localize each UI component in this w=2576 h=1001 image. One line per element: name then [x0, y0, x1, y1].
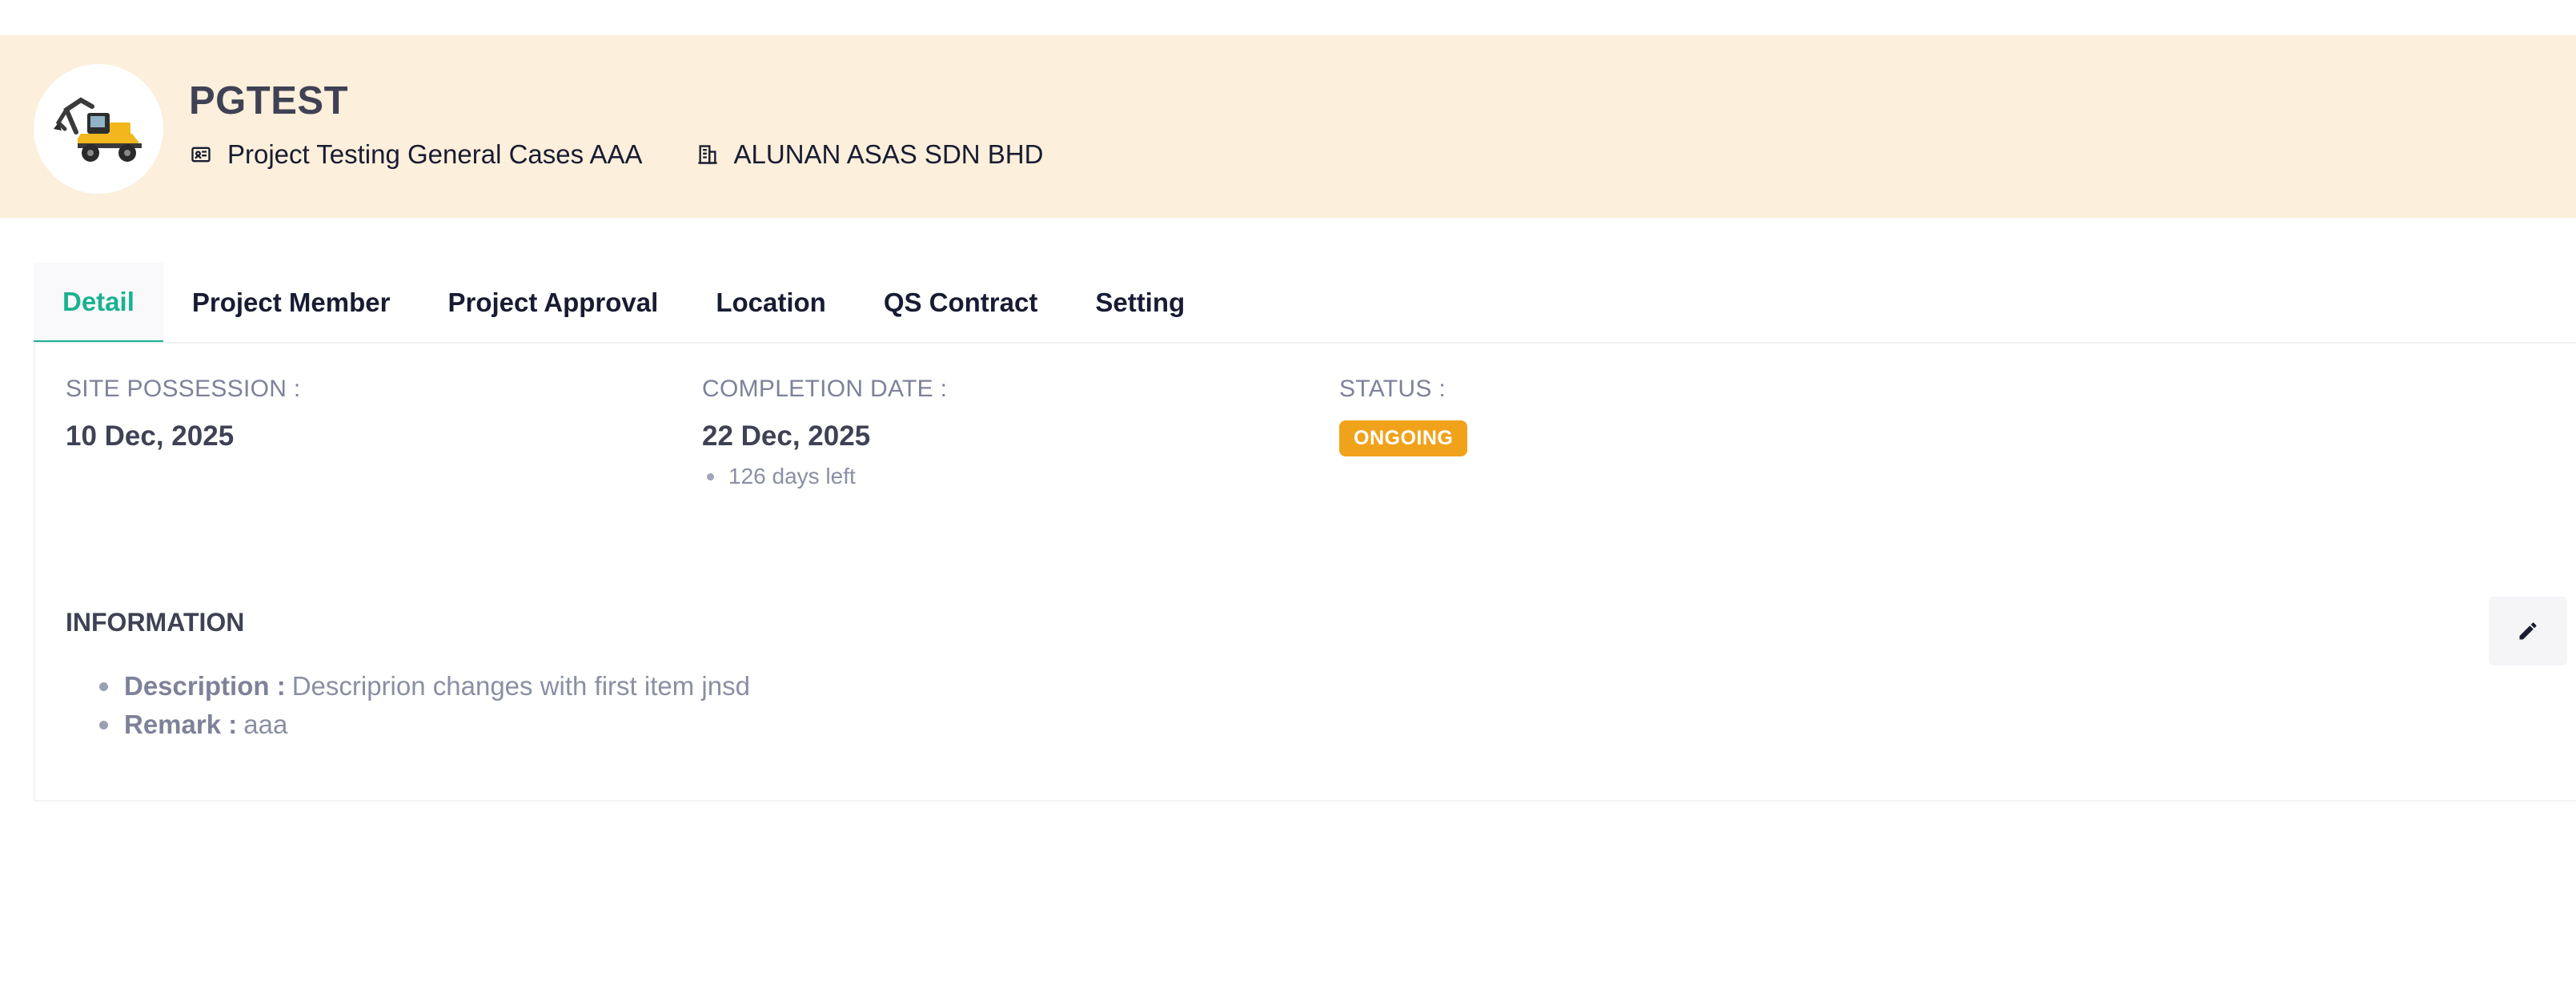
completion-date-field: COMPLETION DATE : 22 Dec, 2025 126 days … [702, 376, 947, 489]
project-code: PGTEST [189, 79, 349, 123]
project-meta: Project Testing General Cases AAA ALUNAN… [189, 139, 1043, 170]
information-list: Description : Descriprion changes with f… [99, 667, 750, 744]
pencil-icon [2519, 622, 2537, 640]
project-header: PGTEST Project Testing General Cases AAA [0, 35, 2576, 218]
status-field: STATUS : ONGOING [1339, 376, 1468, 456]
days-left: 126 days left [702, 464, 947, 489]
company-name: ALUNAN ASAS SDN BHD [733, 139, 1044, 169]
project-avatar [34, 64, 163, 194]
bullet-dot [99, 720, 108, 730]
tab-location[interactable]: Location [687, 263, 855, 343]
tab-qs-contract[interactable]: QS Contract [855, 263, 1067, 343]
remark-value: aaa [243, 710, 288, 739]
days-left-text: 126 days left [728, 464, 856, 488]
list-item: Remark : aaa [99, 706, 750, 744]
project-card-icon [189, 143, 213, 167]
bullet-dot [707, 472, 714, 480]
description-value: Descriprion changes with first item jnsd [291, 671, 750, 701]
project-name: Project Testing General Cases AAA [227, 139, 643, 169]
tab-project-approval[interactable]: Project Approval [419, 263, 687, 343]
project-name-item: Project Testing General Cases AAA [189, 139, 643, 170]
building-icon [696, 143, 720, 167]
tab-detail[interactable]: Detail [34, 263, 163, 343]
detail-card: SITE POSSESSION : 10 Dec, 2025 COMPLETIO… [34, 344, 2576, 802]
completion-date-label: COMPLETION DATE : [702, 376, 948, 402]
site-possession-value: 10 Dec, 2025 [66, 420, 235, 452]
description-key: Description : [124, 671, 286, 701]
list-item: Description : Descriprion changes with f… [99, 667, 750, 706]
remark-key: Remark : [124, 710, 238, 739]
information-title: INFORMATION [66, 608, 245, 637]
status-badge: ONGOING [1339, 420, 1468, 456]
site-possession-field: SITE POSSESSION : 10 Dec, 2025 [66, 376, 301, 452]
bullet-dot [99, 681, 108, 691]
project-tabs: Detail Project Member Project Approval L… [34, 263, 1214, 343]
site-possession-label: SITE POSSESSION : [66, 376, 301, 402]
tab-project-member[interactable]: Project Member [163, 263, 419, 343]
excavator-image [54, 97, 142, 162]
tab-setting[interactable]: Setting [1066, 263, 1214, 343]
company-item: ALUNAN ASAS SDN BHD [696, 139, 1044, 170]
edit-information-button[interactable] [2489, 597, 2567, 665]
completion-date-value: 22 Dec, 2025 [702, 420, 871, 452]
status-label: STATUS : [1339, 376, 1446, 402]
